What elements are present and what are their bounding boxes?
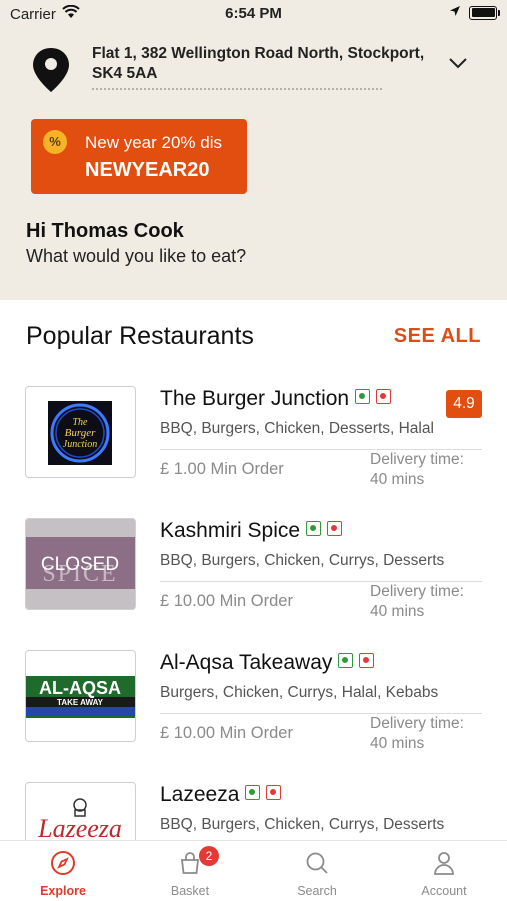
delivery-label: Delivery time:	[370, 715, 464, 732]
cuisine-tags: BBQ, Burgers, Chicken, Currys, Desserts	[160, 816, 445, 833]
min-order: £ 10.00 Min Order	[160, 592, 293, 610]
closed-label: CLOSED	[41, 554, 119, 575]
min-order: £ 1.00 Min Order	[160, 460, 284, 478]
veg-icon	[338, 653, 354, 668]
header-area: Carrier 6:54 PM Flat 1, 382 Wellington R…	[0, 0, 507, 300]
tab-account-label: Account	[421, 884, 467, 898]
restaurant-logo-text: AL-AQSA	[39, 678, 121, 698]
restaurant-name: The Burger Junction	[160, 387, 392, 411]
restaurant-logo-subtext: TAKE AWAY	[57, 698, 104, 707]
restaurant-logo-text: Lazeeza	[37, 814, 122, 840]
location-selector[interactable]: Flat 1, 382 Wellington Road North, Stock…	[30, 44, 480, 94]
promo-code: NEWYEAR20	[85, 159, 210, 181]
non-veg-icon	[266, 785, 282, 800]
min-order: £ 10.00 Min Order	[160, 724, 293, 742]
basket-count-badge: 2	[199, 846, 219, 866]
delivery-time: Delivery time: 40 mins	[370, 582, 490, 622]
svg-text:Burger: Burger	[65, 427, 96, 439]
restaurant-logo: The Burger Junction	[25, 386, 136, 478]
restaurant-name: Kashmiri Spice	[160, 519, 343, 543]
delivery-address: Flat 1, 382 Wellington Road North, Stock…	[92, 44, 437, 84]
cuisine-tags: BBQ, Burgers, Chicken, Desserts, Halal	[160, 420, 434, 437]
search-icon	[306, 852, 328, 874]
restaurant-card[interactable]: Lazeeza Lazeeza BBQ, Burgers, Chicken, C…	[0, 772, 507, 840]
restaurant-card[interactable]: SPICE CLOSED Kashmiri Spice BBQ, Burgers…	[0, 508, 507, 640]
delivery-time: Delivery time: 40 mins	[370, 450, 490, 490]
restaurant-name: Lazeeza	[160, 783, 282, 807]
address-underline	[92, 88, 382, 90]
svg-text:Junction: Junction	[63, 439, 97, 450]
non-veg-icon	[359, 653, 375, 668]
chevron-down-icon[interactable]	[448, 56, 468, 74]
address-line-1: Flat 1, 382 Wellington Road North, Stock…	[92, 45, 425, 62]
battery-icon	[469, 5, 500, 20]
tab-explore[interactable]: Explore	[0, 841, 126, 901]
tab-basket-label: Basket	[170, 884, 210, 898]
compass-icon	[51, 851, 75, 875]
see-all-button[interactable]: SEE ALL	[394, 325, 481, 348]
delivery-label: Delivery time:	[370, 583, 464, 600]
discount-icon: %	[43, 130, 67, 154]
greeting-subtitle: What would you like to eat?	[26, 246, 247, 266]
tab-basket[interactable]: 2 Basket	[127, 841, 253, 901]
tab-account[interactable]: Account	[381, 841, 507, 901]
non-veg-icon	[327, 521, 343, 536]
veg-icon	[245, 785, 261, 800]
greeting-name: Hi Thomas Cook	[26, 220, 184, 242]
status-time: 6:54 PM	[225, 5, 282, 22]
cuisine-tags: BBQ, Burgers, Chicken, Currys, Desserts	[160, 552, 445, 569]
account-icon	[434, 852, 454, 875]
veg-icon	[306, 521, 322, 536]
tab-search[interactable]: Search	[254, 841, 380, 901]
cuisine-tags: Burgers, Chicken, Currys, Halal, Kebabs	[160, 684, 439, 701]
delivery-value: 40 mins	[370, 603, 425, 620]
delivery-value: 40 mins	[370, 735, 425, 752]
promo-text: New year 20% dis	[85, 133, 223, 152]
non-veg-icon	[376, 389, 392, 404]
delivery-time: Delivery time: 40 mins	[370, 714, 490, 754]
veg-icon	[355, 389, 371, 404]
restaurant-card[interactable]: AL-AQSA TAKE AWAY Al-Aqsa Takeaway Burge…	[0, 640, 507, 772]
restaurant-list: The Burger Junction The Burger Junction …	[0, 376, 507, 840]
delivery-label: Delivery time:	[370, 451, 464, 468]
map-pin-icon	[30, 46, 72, 99]
location-arrow-icon	[449, 4, 461, 21]
section-title: Popular Restaurants	[26, 322, 254, 350]
promo-banner[interactable]: % New year 20% dis NEWYEAR20	[31, 119, 247, 194]
restaurant-logo: AL-AQSA TAKE AWAY	[25, 650, 136, 742]
restaurant-logo: Lazeeza	[25, 782, 136, 840]
restaurant-name: Al-Aqsa Takeaway	[160, 651, 375, 675]
restaurant-logo: SPICE CLOSED	[25, 518, 136, 610]
tab-search-label: Search	[297, 884, 337, 898]
restaurant-card[interactable]: The Burger Junction The Burger Junction …	[0, 376, 507, 508]
address-line-2: SK4 5AA	[92, 65, 158, 82]
tab-bar: Explore 2 Basket Search Account	[0, 840, 507, 901]
tab-explore-label: Explore	[40, 884, 86, 898]
status-bar: Carrier 6:54 PM	[0, 0, 507, 28]
delivery-value: 40 mins	[370, 471, 425, 488]
rating-badge: 4.9	[446, 390, 482, 418]
